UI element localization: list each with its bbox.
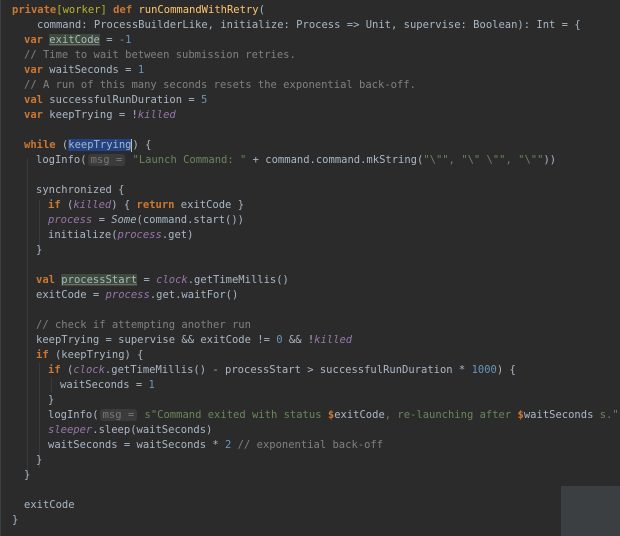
- code-line-28: logInfo(msg = s"Command exited with stat…: [48, 409, 620, 421]
- code-line-7: val successfulRunDuration = 5: [24, 94, 208, 106]
- code-line-30: waitSeconds = waitSeconds * 2 // exponen…: [48, 439, 384, 451]
- code-line-1: private[worker] def runCommandWithRetry(: [12, 4, 265, 16]
- code-line-27: }: [48, 394, 55, 406]
- code-line-17: }: [36, 244, 43, 256]
- code-line-24: if (keepTrying) {: [36, 349, 144, 361]
- code-line-23: keepTrying = supervise && exitCode != 0 …: [36, 334, 353, 346]
- code-line-16: initialize(process.get): [48, 229, 194, 241]
- code-line-31: }: [36, 454, 43, 466]
- code-line-13: synchronized {: [36, 184, 125, 196]
- indent-guide: [51, 377, 52, 393]
- parameter-hint: msg =: [87, 154, 126, 166]
- code-line-29: sleeper.sleep(waitSeconds): [48, 424, 213, 436]
- code-line-14: if (killed) { return exitCode }: [48, 199, 245, 211]
- code-line-3: var exitCode = -1: [24, 34, 132, 46]
- code-line-10: while (keepTrying) {: [24, 138, 152, 152]
- code-line-5: var waitSeconds = 1: [24, 64, 145, 76]
- code-line-34: exitCode: [24, 499, 75, 511]
- code-line-15: process = Some(command.start()): [48, 214, 244, 226]
- code-line-25: if (clock.getTimeMillis() - processStart…: [48, 364, 516, 376]
- code-line-6: // A run of this many seconds resets the…: [24, 79, 416, 91]
- code-line-4: // Time to wait between submission retri…: [24, 49, 296, 61]
- selected-text: keepTrying: [68, 139, 132, 151]
- editor-gutter-edge: [0, 0, 1, 536]
- code-line-2: command: ProcessBuilderLike, initialize:…: [37, 19, 581, 31]
- scrollbar-corner[interactable]: [561, 486, 620, 536]
- code-editor[interactable]: private[worker] def runCommandWithRetry(…: [0, 0, 620, 536]
- parameter-hint: msg =: [99, 409, 138, 421]
- code-line-19: val processStart = clock.getTimeMillis(): [36, 274, 289, 286]
- code-line-8: var keepTrying = !killed: [24, 109, 176, 121]
- code-line-35: }: [12, 514, 19, 526]
- function-name: runCommandWithRetry: [138, 4, 259, 16]
- code-line-20: exitCode = process.get.waitFor(): [36, 289, 239, 301]
- code-line-22: // check if attempting another run: [36, 319, 251, 331]
- code-line-11: logInfo(msg = "Launch Command: " + comma…: [36, 154, 557, 166]
- indent-guide: [27, 158, 28, 480]
- code-line-26: waitSeconds = 1: [60, 379, 155, 391]
- code-line-32: }: [24, 469, 31, 481]
